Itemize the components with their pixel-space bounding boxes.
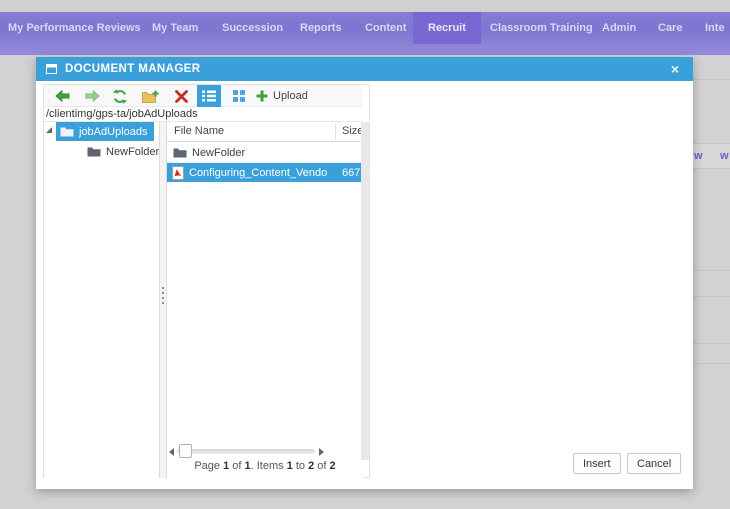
window-icon xyxy=(46,64,57,74)
refresh-icon xyxy=(112,88,128,104)
insert-button[interactable]: Insert xyxy=(573,453,621,474)
background-row-divider xyxy=(693,270,730,271)
forward-arrow-icon xyxy=(85,90,100,102)
back-button[interactable] xyxy=(52,85,72,107)
file-list-header: File Name Size xyxy=(167,122,363,142)
file-row-pdf-selected[interactable]: Configuring_Content_Vendo 66797 xyxy=(167,163,373,182)
tree-node-jobadupoads[interactable]: jobAdUploads xyxy=(56,122,154,141)
nav-tab-care[interactable]: Care xyxy=(658,12,682,44)
nav-tab-classroom-training[interactable]: Classroom Training xyxy=(490,12,593,44)
scrollbar-track[interactable] xyxy=(177,444,315,458)
background-row-divider xyxy=(693,79,730,80)
splitter-grip-icon xyxy=(162,287,164,305)
delete-button[interactable] xyxy=(171,85,191,107)
refresh-button[interactable] xyxy=(110,85,130,107)
upload-label: Upload xyxy=(273,90,308,102)
background-row-divider xyxy=(693,363,730,364)
tree-node-newfolder[interactable]: NewFolder xyxy=(83,142,163,161)
background-partial-link: w xyxy=(720,150,729,162)
file-browser: Upload /clientimg/gps-ta/jobAdUploads jo… xyxy=(43,84,373,478)
folder-icon xyxy=(60,127,74,137)
folder-icon xyxy=(173,147,187,158)
path-breadcrumb: /clientimg/gps-ta/jobAdUploads xyxy=(44,107,362,122)
grid-view-button[interactable] xyxy=(228,85,250,107)
background-row-divider xyxy=(693,296,730,297)
top-gray-strip xyxy=(0,0,730,12)
pdf-file-icon xyxy=(172,165,184,180)
folder-icon xyxy=(87,147,101,157)
column-divider xyxy=(335,124,336,140)
top-nav: My Performance Reviews My Team Successio… xyxy=(0,12,730,55)
nav-tab-succession[interactable]: Succession xyxy=(222,12,283,44)
file-name: NewFolder xyxy=(192,146,246,159)
background-row-divider xyxy=(693,168,730,169)
browser-panes: jobAdUploads NewFolder File Name Size Ne… xyxy=(44,122,373,478)
nav-tab-integrations-clipped[interactable]: Inte xyxy=(705,12,725,44)
dialog-title: DOCUMENT MANAGER xyxy=(65,63,201,75)
column-header-file-name[interactable]: File Name xyxy=(174,125,224,137)
upload-plus-icon xyxy=(256,90,268,102)
horizontal-scrollbar xyxy=(167,444,331,459)
upload-button[interactable]: Upload xyxy=(256,85,308,107)
file-row-newfolder[interactable]: NewFolder xyxy=(167,143,363,163)
scroll-left-arrow-icon[interactable] xyxy=(169,447,174,456)
tree-node-label: jobAdUploads xyxy=(79,125,148,138)
nav-tab-recruit[interactable]: Recruit xyxy=(413,12,481,44)
background-page: w w xyxy=(693,55,730,509)
document-manager-dialog: DOCUMENT MANAGER × Upload /clientimg/gps… xyxy=(36,57,693,489)
list-view-icon xyxy=(202,90,216,102)
browser-toolbar: Upload xyxy=(44,85,362,107)
new-folder-icon xyxy=(141,90,158,103)
dialog-title-bar: DOCUMENT MANAGER × xyxy=(36,57,693,81)
delete-x-icon xyxy=(174,89,188,103)
grid-view-icon xyxy=(233,90,245,102)
vertical-scrollbar-track[interactable] xyxy=(361,122,369,460)
nav-tab-my-performance-reviews[interactable]: My Performance Reviews xyxy=(8,12,141,44)
nav-tab-reports[interactable]: Reports xyxy=(300,12,342,44)
scroll-right-arrow-icon[interactable] xyxy=(319,447,324,456)
file-name: Configuring_Content_Vendo xyxy=(189,166,328,179)
background-row-divider xyxy=(693,343,730,344)
background-partial-link: w xyxy=(694,150,703,162)
nav-tab-my-team[interactable]: My Team xyxy=(152,12,198,44)
tree-node-root: jobAdUploads xyxy=(44,122,154,141)
tree-node-child: NewFolder xyxy=(83,142,163,161)
background-row-divider xyxy=(693,143,730,144)
forward-button[interactable] xyxy=(82,85,102,107)
tree-node-label: NewFolder xyxy=(106,145,160,158)
cancel-button[interactable]: Cancel xyxy=(627,453,682,474)
expand-caret-icon[interactable] xyxy=(46,127,52,133)
scrollbar-thumb[interactable] xyxy=(179,444,192,458)
list-view-button[interactable] xyxy=(197,85,221,107)
file-list: File Name Size NewFolder Configuring_Con… xyxy=(167,122,373,478)
nav-tab-admin[interactable]: Admin xyxy=(602,12,636,44)
pager-status: Page 1 of 1. Items 1 to 2 of 2 xyxy=(194,460,336,472)
close-icon[interactable]: × xyxy=(671,61,679,77)
nav-tab-content[interactable]: Content xyxy=(365,12,407,44)
screen: My Performance Reviews My Team Successio… xyxy=(0,0,730,509)
new-folder-button[interactable] xyxy=(140,85,160,107)
folder-tree: jobAdUploads NewFolder xyxy=(44,122,159,478)
pane-splitter[interactable] xyxy=(159,122,167,478)
back-arrow-icon xyxy=(54,90,69,102)
